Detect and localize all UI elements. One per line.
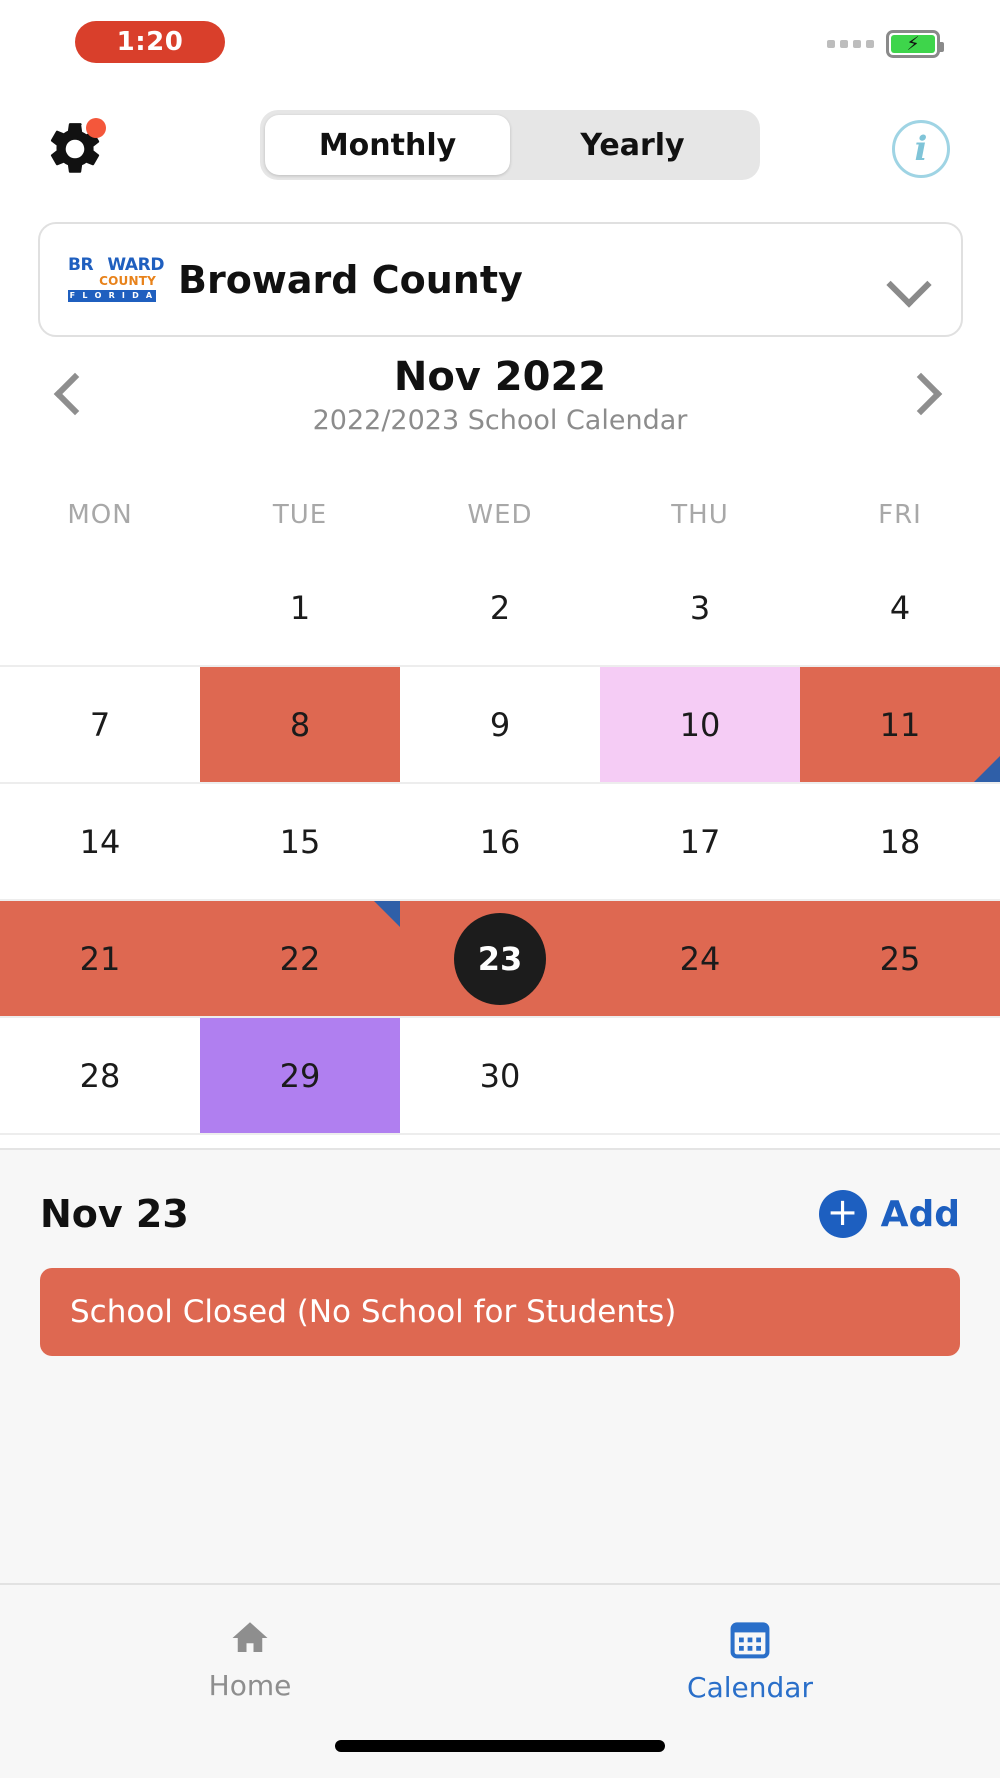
calendar-week-row: 21 22 23 24 25 xyxy=(0,901,1000,1018)
tab-monthly[interactable]: Monthly xyxy=(265,115,510,175)
calendar-day-25[interactable]: 25 xyxy=(800,901,1000,1016)
home-icon xyxy=(232,1622,268,1652)
status-bar: 1:20 ⚡ xyxy=(0,0,1000,92)
calendar-day-23[interactable]: 23 xyxy=(400,901,600,1016)
signal-dots-icon xyxy=(827,40,874,48)
calendar-icon xyxy=(730,1622,770,1659)
calendar-day-15[interactable]: 15 xyxy=(200,784,400,899)
weekday-mon: MON xyxy=(67,500,133,530)
calendar-day-number: 2 xyxy=(489,588,511,627)
calendar-day-number: 30 xyxy=(479,1056,521,1095)
weekday-header: MON TUE WED THU FRI xyxy=(0,500,1000,530)
home-indicator xyxy=(335,1740,665,1752)
calendar-day-21[interactable]: 21 xyxy=(0,901,200,1016)
calendar-week-row: 7 8 9 10 11 xyxy=(0,667,1000,784)
month-navigation: Nov 2022 2022/2023 School Calendar xyxy=(0,355,1000,450)
calendar-day-number: 14 xyxy=(79,822,121,861)
view-mode-segmented-control[interactable]: Monthly Yearly xyxy=(260,110,760,180)
battery-charging-icon: ⚡ xyxy=(886,30,944,58)
weekday-wed: WED xyxy=(467,500,533,530)
add-event-label: Add xyxy=(880,1193,960,1235)
calendar-day-4[interactable]: 4 xyxy=(800,550,1000,665)
calendar-day-30[interactable]: 30 xyxy=(400,1018,600,1133)
calendar-day-2[interactable]: 2 xyxy=(400,550,600,665)
calendar-week-row: 28 29 30 xyxy=(0,1018,1000,1135)
calendar-week-row: 14 15 16 17 18 xyxy=(0,784,1000,901)
plus-circle-icon: + xyxy=(818,1190,867,1238)
calendar-day-22[interactable]: 22 xyxy=(200,901,400,1016)
calendar-day-3[interactable]: 3 xyxy=(600,550,800,665)
calendar-day-11[interactable]: 11 xyxy=(800,667,1000,782)
day-marker-icon xyxy=(374,901,400,927)
county-selector[interactable]: BROWARD COUNTY F L O R I D A Broward Cou… xyxy=(38,222,963,337)
month-title: Nov 2022 xyxy=(393,354,607,400)
calendar-day-number: 22 xyxy=(279,939,321,978)
status-indicators: ⚡ xyxy=(827,30,944,58)
calendar-day-number: 24 xyxy=(679,939,721,978)
calendar-day-empty xyxy=(0,550,200,665)
broward-county-logo-icon: BROWARD COUNTY F L O R I D A xyxy=(68,256,164,304)
tab-calendar-label: Calendar xyxy=(687,1671,813,1704)
calendar-week-row: 1 2 3 4 xyxy=(0,550,1000,667)
info-button[interactable]: i xyxy=(892,120,950,178)
tab-home-label: Home xyxy=(208,1669,292,1702)
calendar-day-number: 25 xyxy=(879,939,921,978)
logo-text-florida: F L O R I D A xyxy=(68,290,156,302)
logo-text-broward: BROWARD xyxy=(68,255,165,276)
settings-badge-dot xyxy=(86,118,106,138)
calendar-day-number: 9 xyxy=(489,705,511,744)
info-glyph: i xyxy=(914,129,928,169)
calendar-subtitle: 2022/2023 School Calendar xyxy=(312,405,688,436)
calendar-day-number: 17 xyxy=(679,822,721,861)
weekday-thu: THU xyxy=(671,500,729,530)
event-detail-panel: Nov 23 + Add School Closed (No School fo… xyxy=(0,1148,1000,1583)
event-panel-header: Nov 23 + Add xyxy=(0,1150,1000,1238)
calendar-day-number: 28 xyxy=(79,1056,121,1095)
settings-button[interactable] xyxy=(42,118,108,180)
add-event-button[interactable]: + Add xyxy=(818,1190,960,1238)
calendar-day-29[interactable]: 29 xyxy=(200,1018,400,1133)
chevron-down-icon[interactable] xyxy=(889,267,933,293)
calendar-day-number: 3 xyxy=(689,588,711,627)
calendar-day-number: 18 xyxy=(879,822,921,861)
calendar-day-number: 7 xyxy=(89,705,111,744)
weekday-tue: TUE xyxy=(272,500,328,530)
calendar-day-number: 10 xyxy=(679,705,721,744)
next-month-button[interactable] xyxy=(899,369,952,421)
weekday-fri: FRI xyxy=(878,500,922,530)
calendar-day-number: 1 xyxy=(289,588,311,627)
calendar-grid: 1 2 3 4 7 8 9 10 11 14 15 16 17 18 21 22 23 24 25 28 29 30 xyxy=(0,550,1000,1135)
calendar-day-number: 4 xyxy=(889,588,911,627)
logo-text-county: COUNTY xyxy=(99,274,156,289)
calendar-day-empty xyxy=(600,1018,800,1133)
calendar-day-empty xyxy=(800,1018,1000,1133)
status-time-pill: 1:20 xyxy=(75,21,225,63)
calendar-day-number: 8 xyxy=(289,705,311,744)
calendar-day-17[interactable]: 17 xyxy=(600,784,800,899)
calendar-day-7[interactable]: 7 xyxy=(0,667,200,782)
calendar-day-8[interactable]: 8 xyxy=(200,667,400,782)
calendar-day-number: 15 xyxy=(279,822,321,861)
calendar-day-1[interactable]: 1 xyxy=(200,550,400,665)
calendar-day-16[interactable]: 16 xyxy=(400,784,600,899)
prev-month-button[interactable] xyxy=(48,369,100,421)
calendar-day-number: 11 xyxy=(879,705,921,744)
calendar-day-number: 21 xyxy=(79,939,121,978)
calendar-day-24[interactable]: 24 xyxy=(600,901,800,1016)
selected-date-label: Nov 23 xyxy=(40,1192,189,1236)
calendar-day-number: 16 xyxy=(479,822,521,861)
calendar-day-number: 23 xyxy=(454,912,546,1005)
app-header: Monthly Yearly i xyxy=(0,92,1000,200)
calendar-day-18[interactable]: 18 xyxy=(800,784,1000,899)
event-item[interactable]: School Closed (No School for Students) xyxy=(40,1268,960,1356)
day-marker-icon xyxy=(974,756,1000,782)
calendar-day-9[interactable]: 9 xyxy=(400,667,600,782)
bottom-tab-bar: Home Calendar xyxy=(0,1583,1000,1778)
calendar-day-number: 29 xyxy=(279,1056,321,1095)
calendar-day-28[interactable]: 28 xyxy=(0,1018,200,1133)
calendar-day-10[interactable]: 10 xyxy=(600,667,800,782)
tab-yearly[interactable]: Yearly xyxy=(510,115,755,175)
county-name-label: Broward County xyxy=(178,257,523,302)
calendar-day-14[interactable]: 14 xyxy=(0,784,200,899)
